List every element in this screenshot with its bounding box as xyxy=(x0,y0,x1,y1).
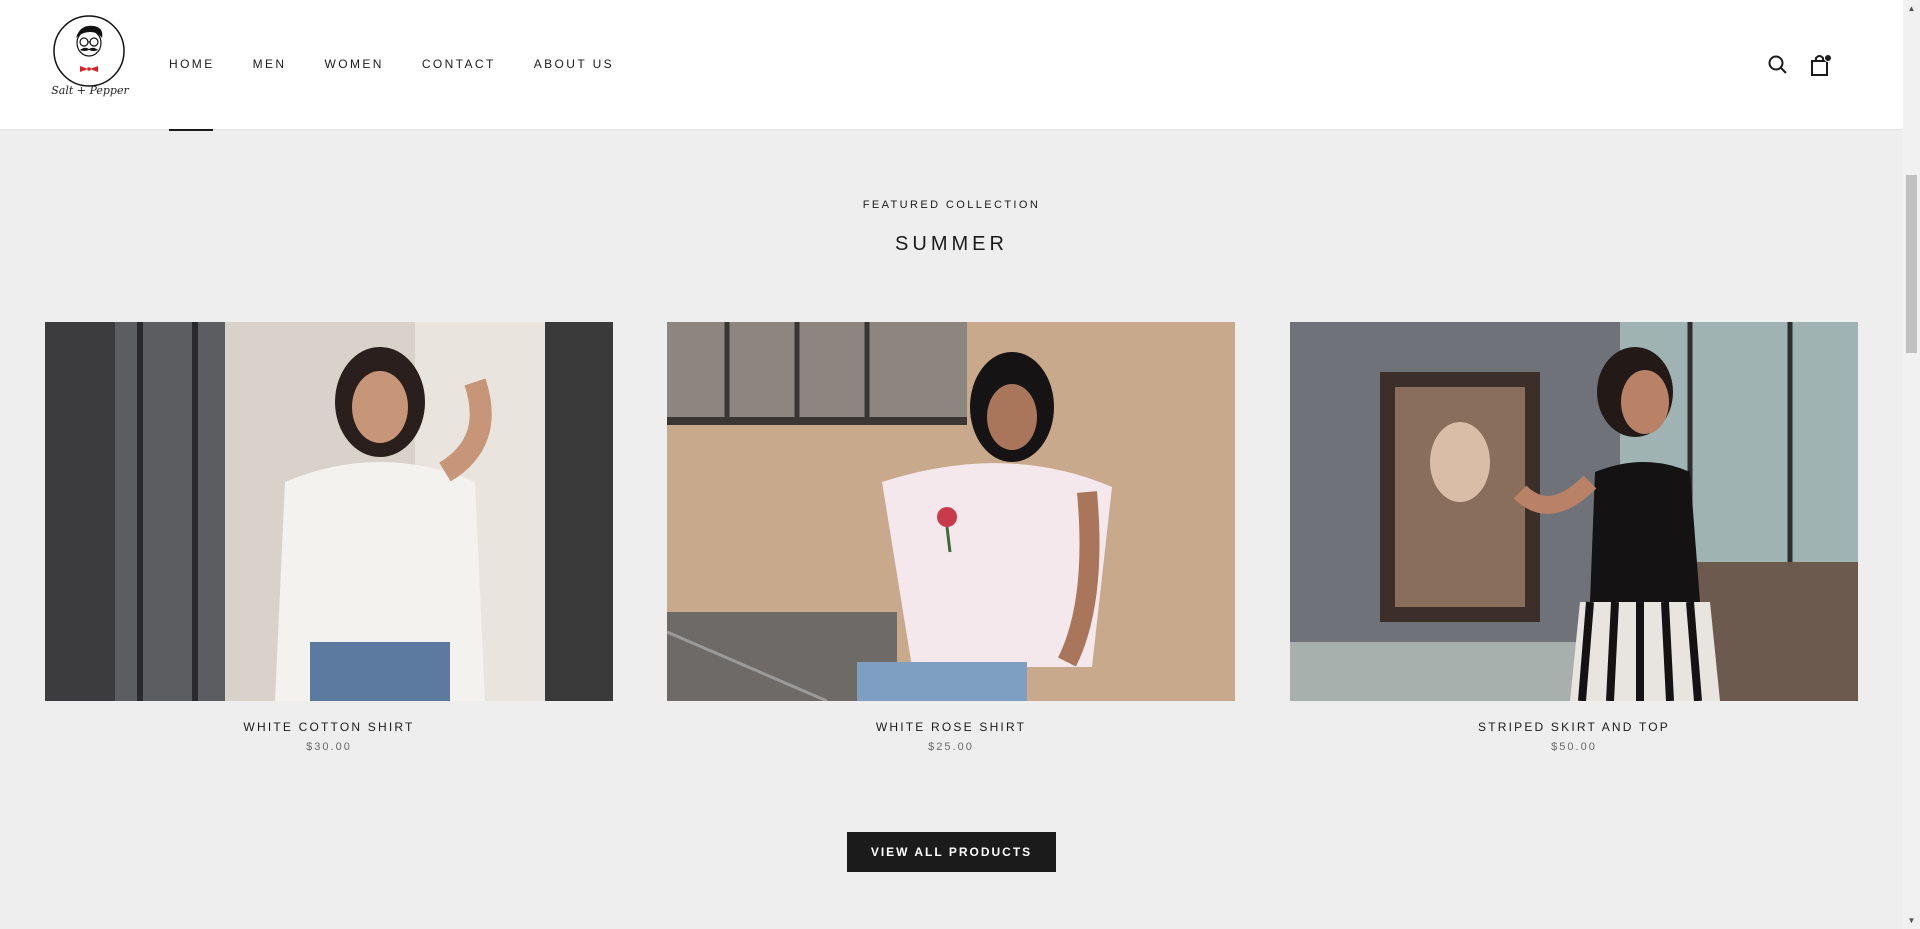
page-scrollbar[interactable]: ▲ ▼ xyxy=(1903,0,1920,929)
product-title[interactable]: WHITE ROSE SHIRT xyxy=(667,720,1235,734)
nav-men[interactable]: MEN xyxy=(253,57,287,71)
product-card[interactable]: STRIPED SKIRT AND TOP $50.00 xyxy=(1290,322,1858,753)
nav-home[interactable]: HOME xyxy=(169,57,215,131)
nav-contact[interactable]: CONTACT xyxy=(422,57,496,71)
scroll-up-icon[interactable]: ▲ xyxy=(1903,0,1920,17)
product-image[interactable] xyxy=(667,322,1235,701)
main-nav: HOME MEN WOMEN CONTACT ABOUT US xyxy=(169,57,652,131)
collection-subheading: FEATURED COLLECTION xyxy=(862,199,1041,211)
cart-icon[interactable] xyxy=(1807,52,1833,78)
product-price: $30.00 xyxy=(306,741,352,753)
scroll-thumb[interactable] xyxy=(1906,175,1917,353)
site-header: Salt + Pepper HOME MEN WOMEN CONTACT ABO… xyxy=(0,0,1903,131)
logo[interactable]: Salt + Pepper xyxy=(50,14,130,106)
collection-heading: SUMMER xyxy=(895,233,1008,255)
product-image[interactable] xyxy=(1290,322,1858,701)
scroll-down-icon[interactable]: ▼ xyxy=(1903,912,1920,929)
cart-count-dot xyxy=(1824,54,1832,62)
product-price: $50.00 xyxy=(1551,741,1597,753)
featured-collection: FEATURED COLLECTION SUMMER WHITE COTTON … xyxy=(0,129,1903,929)
product-title[interactable]: STRIPED SKIRT AND TOP xyxy=(1290,720,1858,734)
product-card[interactable]: WHITE COTTON SHIRT $30.00 xyxy=(45,322,613,753)
header-icons xyxy=(1749,52,1833,78)
product-price: $25.00 xyxy=(928,741,974,753)
product-image[interactable] xyxy=(45,322,613,701)
nav-about-us[interactable]: ABOUT US xyxy=(534,57,614,71)
logo-text: Salt + Pepper xyxy=(51,84,129,97)
search-icon[interactable] xyxy=(1765,52,1791,78)
view-all-products-button[interactable]: VIEW ALL PRODUCTS xyxy=(847,832,1056,872)
product-title[interactable]: WHITE COTTON SHIRT xyxy=(45,720,613,734)
logo-mark-icon xyxy=(53,15,125,87)
product-card[interactable]: WHITE ROSE SHIRT $25.00 xyxy=(667,322,1235,753)
nav-women[interactable]: WOMEN xyxy=(324,57,383,71)
